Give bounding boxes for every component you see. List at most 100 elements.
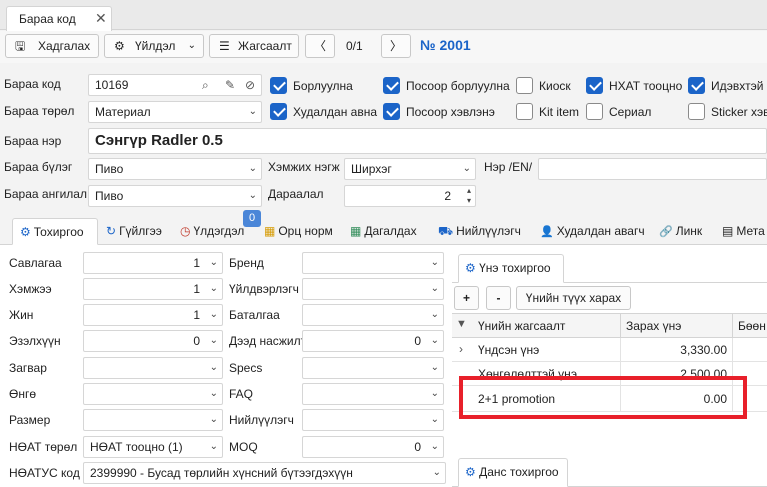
gears-icon: ⚙ — [114, 39, 125, 53]
toolbar: 🖫 Хадгалах ⚙ Үйлдэл ⌄ ☰ Жагсаалт 〈 0/1 〉… — [0, 31, 767, 63]
items-icon: ▦ — [350, 224, 362, 238]
edit-icon[interactable]: ✎ — [225, 75, 235, 95]
sequence-field[interactable]: 2 ▴ ▾ — [344, 185, 476, 207]
detail-tabs: ⚙ Тохиргоо ↻ Гүйлгээ ◷ Үлдэгдэл 0 ▦ Орц норм… — [0, 210, 767, 245]
checkbox-kit-item[interactable] — [516, 103, 533, 120]
group-label: Бараа бүлэг — [4, 160, 73, 174]
checkbox-sell[interactable] — [270, 77, 287, 94]
tab-customer[interactable]: 👤 Худалдан авагч — [540, 218, 645, 245]
checkbox-serial[interactable] — [586, 103, 603, 120]
unit-label: Хэмжих нэгж — [268, 160, 340, 174]
user-icon: 👤 — [540, 226, 554, 238]
checkbox-active[interactable] — [688, 77, 705, 94]
list-icon: ☰ — [219, 39, 230, 53]
link-icon: 🔗 — [659, 226, 673, 238]
type-select[interactable]: Материал ⌄ — [88, 101, 262, 123]
document-tab-bar: Бараа код ✕ — [0, 0, 767, 31]
highlight-box — [459, 376, 747, 419]
checkbox-nhat[interactable] — [586, 77, 603, 94]
volume-select[interactable]: 0 ⌄ — [83, 330, 223, 352]
unit-select[interactable]: Ширхэг ⌄ — [344, 158, 476, 180]
next-button[interactable]: 〉 — [381, 34, 411, 58]
tab-recipe[interactable]: ▦ Орц норм — [264, 218, 333, 245]
code-field[interactable]: 10169 ⌕ ✎ ⊘ — [88, 74, 262, 96]
faq-select[interactable]: ⌄ — [302, 383, 444, 405]
document-tab[interactable]: Бараа код ✕ — [6, 6, 112, 31]
checkbox-sticker[interactable] — [688, 103, 705, 120]
name-label: Бараа нэр — [4, 134, 62, 148]
add-price-button[interactable]: + — [454, 286, 479, 310]
actions-button[interactable]: ⚙ Үйлдэл ⌄ — [104, 34, 204, 58]
moq-select[interactable]: 0 ⌄ — [302, 436, 444, 458]
size-select[interactable]: 1 ⌄ — [83, 278, 223, 300]
remove-price-button[interactable]: - — [486, 286, 511, 310]
save-button[interactable]: 🖫 Хадгалах — [5, 34, 99, 58]
packaging-select[interactable]: 1 ⌄ — [83, 252, 223, 274]
tab-meta[interactable]: ▤ Мета — [722, 218, 765, 245]
chevron-down-icon: ⌄ — [248, 106, 257, 117]
gear-icon: ⚙ — [20, 225, 31, 239]
chevron-right-icon: 〉 — [389, 39, 402, 53]
tab-link[interactable]: 🔗 Линк — [659, 218, 702, 245]
chevron-down-icon: ⌄ — [248, 163, 257, 174]
checkbox-kiosk[interactable] — [516, 77, 533, 94]
tab-account-settings[interactable]: ⚙ Данс тохиргоо — [458, 458, 568, 487]
vat-type-select[interactable]: НӨАТ тооцно (1) ⌄ — [83, 436, 223, 458]
clock-icon: ◷ — [180, 224, 191, 238]
meta-icon: ▤ — [722, 224, 734, 238]
supplier-select[interactable]: ⌄ — [302, 409, 444, 431]
warranty-select[interactable]: ⌄ — [302, 304, 444, 326]
price-grid-header: ▼ Үнийн жагсаалт Зарах үнэ Бөөн — [452, 313, 767, 338]
pager: 0/1 — [346, 39, 363, 53]
code-label: Бараа код — [4, 77, 61, 91]
record-number: № 2001 — [420, 37, 471, 53]
prev-button[interactable]: 〈 — [305, 34, 335, 58]
balance-badge: 0 — [243, 210, 261, 227]
tab-accessories[interactable]: ▦ Дагалдах — [350, 218, 417, 245]
table-row[interactable]: › Үндсэн үнэ 3,330.00 — [452, 338, 767, 362]
truck-icon: ⛟ — [438, 224, 454, 238]
search-icon[interactable]: ⌕ — [202, 75, 209, 95]
price-history-button[interactable]: Үнийн түүх харах — [516, 286, 631, 310]
tab-settings[interactable]: ⚙ Тохиргоо — [12, 218, 98, 245]
list-button[interactable]: ☰ Жагсаалт — [209, 34, 299, 58]
grid-icon: ▦ — [264, 224, 276, 238]
group-select[interactable]: Пиво ⌄ — [88, 158, 262, 180]
checkbox-pos-print[interactable] — [383, 103, 400, 120]
specs-select[interactable]: ⌄ — [302, 357, 444, 379]
name-field[interactable]: Сэнгүр Radler 0.5 — [88, 128, 767, 154]
color-select[interactable]: ⌄ — [83, 383, 223, 405]
tab-supplier[interactable]: ⛟ Нийлүүлэгч — [438, 218, 521, 245]
checkbox-pos-sell[interactable] — [383, 77, 400, 94]
tab-price-settings[interactable]: ⚙ Үнэ тохиргоо — [458, 254, 564, 283]
gear-icon: ⚙ — [465, 465, 476, 479]
max-age-select[interactable]: 0 ⌄ — [302, 330, 444, 352]
brand-select[interactable]: ⌄ — [302, 252, 444, 274]
model-select[interactable]: ⌄ — [83, 357, 223, 379]
column-header[interactable]: Үнийн жагсаалт — [478, 319, 565, 333]
vat-code-select[interactable]: 2399990 - Бусад төрлийн хүнсний бүтээгдэ… — [83, 462, 446, 484]
column-header[interactable]: Бөөн — [738, 319, 766, 333]
save-icon: 🖫 — [15, 39, 26, 53]
close-icon[interactable]: ✕ — [95, 10, 107, 27]
tab-transactions[interactable]: ↻ Гүйлгээ — [106, 218, 162, 245]
filter-icon[interactable]: ▼ — [456, 318, 467, 330]
type-label: Бараа төрөл — [4, 104, 75, 118]
document-tab-title: Бараа код — [19, 12, 76, 26]
weight-select[interactable]: 1 ⌄ — [83, 304, 223, 326]
dimension-select[interactable]: ⌄ — [83, 409, 223, 431]
name-en-label: Нэр /EN/ — [484, 160, 533, 174]
tab-balance[interactable]: ◷ Үлдэгдэл — [180, 218, 244, 245]
gear-icon: ⚙ — [465, 261, 476, 275]
history-icon: ↻ — [106, 224, 117, 238]
chevron-down-icon: ⌄ — [248, 190, 257, 201]
checkbox-purchase[interactable] — [270, 103, 287, 120]
chevron-down-icon: ⌄ — [187, 40, 196, 51]
column-header[interactable]: Зарах үнэ — [626, 319, 681, 333]
clear-icon[interactable]: ⊘ — [245, 75, 255, 95]
chevron-left-icon: 〈 — [313, 39, 326, 53]
name-en-field[interactable] — [538, 158, 767, 180]
manufacturer-select[interactable]: ⌄ — [302, 278, 444, 300]
chevron-right-icon[interactable]: › — [459, 342, 463, 356]
category-select[interactable]: Пиво ⌄ — [88, 185, 262, 207]
